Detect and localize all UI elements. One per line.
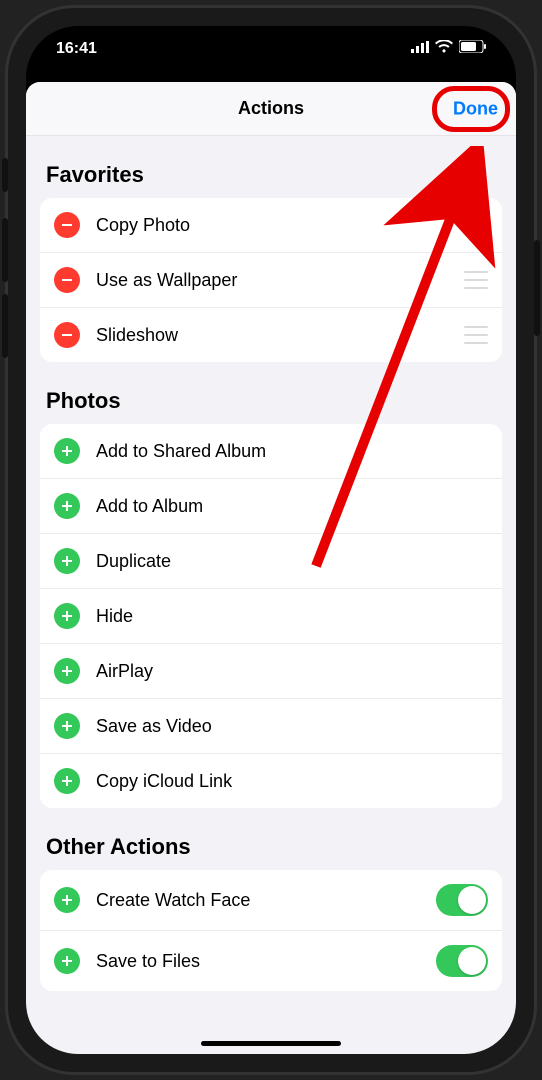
add-icon[interactable] — [54, 768, 80, 794]
toggle-switch[interactable] — [436, 945, 488, 977]
add-icon[interactable] — [54, 493, 80, 519]
actions-sheet: Actions Done Favorites Copy Photo Use as… — [26, 82, 516, 1054]
list-item[interactable]: AirPlay — [40, 644, 502, 699]
list-item[interactable]: Create Watch Face — [40, 870, 502, 931]
item-label: Save to Files — [96, 951, 436, 972]
item-label: Create Watch Face — [96, 890, 436, 911]
remove-icon[interactable] — [54, 267, 80, 293]
add-icon[interactable] — [54, 948, 80, 974]
list-item[interactable]: Save to Files — [40, 931, 502, 991]
volume-up-button[interactable] — [2, 218, 8, 282]
add-icon[interactable] — [54, 713, 80, 739]
item-label: Add to Album — [96, 496, 488, 517]
list-item[interactable]: Copy Photo — [40, 198, 502, 253]
cellular-signal-icon — [411, 40, 429, 58]
status-time: 16:41 — [56, 40, 97, 58]
section-header-other: Other Actions — [46, 834, 502, 860]
list-item[interactable]: Hide — [40, 589, 502, 644]
other-list: Create Watch Face Save to Files — [40, 870, 502, 991]
item-label: Copy iCloud Link — [96, 771, 488, 792]
screen: 16:41 Actions Done Favorites — [26, 26, 516, 1054]
item-label: Save as Video — [96, 716, 488, 737]
item-label: Duplicate — [96, 551, 488, 572]
battery-icon — [459, 40, 486, 58]
sheet-header: Actions Done — [26, 82, 516, 136]
device-frame: 16:41 Actions Done Favorites — [8, 8, 534, 1072]
drag-handle-icon[interactable] — [464, 271, 488, 289]
toggle-switch[interactable] — [436, 884, 488, 916]
list-item[interactable]: Use as Wallpaper — [40, 253, 502, 308]
list-item[interactable]: Add to Album — [40, 479, 502, 534]
list-item[interactable]: Duplicate — [40, 534, 502, 589]
item-label: Hide — [96, 606, 488, 627]
item-label: AirPlay — [96, 661, 488, 682]
remove-icon[interactable] — [54, 322, 80, 348]
remove-icon[interactable] — [54, 212, 80, 238]
wifi-icon — [435, 40, 453, 58]
drag-handle-icon[interactable] — [464, 216, 488, 234]
section-header-photos: Photos — [46, 388, 502, 414]
list-item[interactable]: Slideshow — [40, 308, 502, 362]
drag-handle-icon[interactable] — [464, 326, 488, 344]
volume-down-button[interactable] — [2, 294, 8, 358]
item-label: Add to Shared Album — [96, 441, 488, 462]
notch — [161, 26, 381, 54]
add-icon[interactable] — [54, 658, 80, 684]
photos-list: Add to Shared Album Add to Album Duplica… — [40, 424, 502, 808]
list-item[interactable]: Add to Shared Album — [40, 424, 502, 479]
power-button[interactable] — [534, 240, 540, 336]
list-item[interactable]: Copy iCloud Link — [40, 754, 502, 808]
favorites-list: Copy Photo Use as Wallpaper Slideshow — [40, 198, 502, 362]
item-label: Slideshow — [96, 325, 464, 346]
item-label: Copy Photo — [96, 215, 464, 236]
sheet-content[interactable]: Favorites Copy Photo Use as Wallpaper — [26, 136, 516, 1054]
item-label: Use as Wallpaper — [96, 270, 464, 291]
add-icon[interactable] — [54, 603, 80, 629]
add-icon[interactable] — [54, 887, 80, 913]
list-item[interactable]: Save as Video — [40, 699, 502, 754]
sheet-title: Actions — [238, 98, 304, 119]
add-icon[interactable] — [54, 548, 80, 574]
done-button[interactable]: Done — [453, 98, 498, 119]
mute-switch[interactable] — [2, 158, 8, 192]
home-indicator[interactable] — [201, 1041, 341, 1046]
section-header-favorites: Favorites — [46, 162, 502, 188]
add-icon[interactable] — [54, 438, 80, 464]
